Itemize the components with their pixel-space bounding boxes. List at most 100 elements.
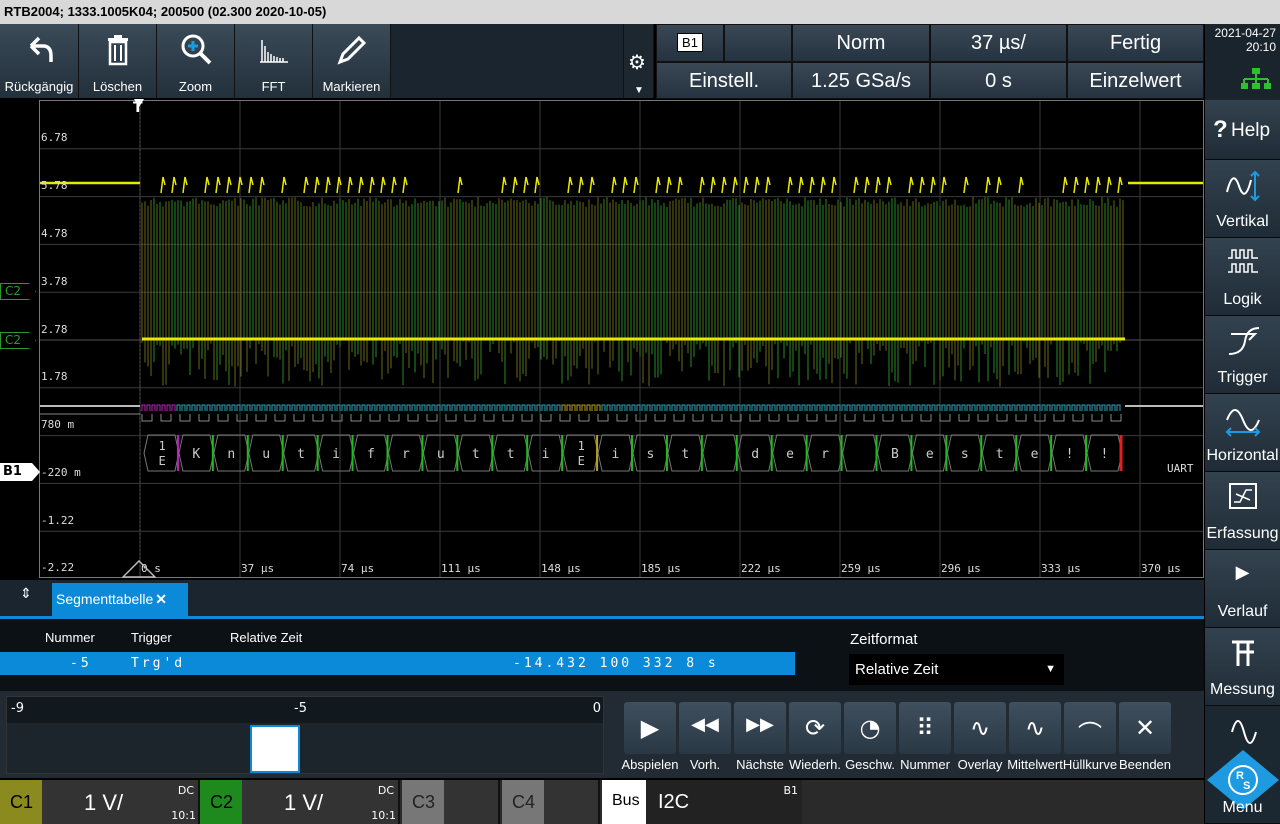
next-button[interactable]: ▶▶ xyxy=(734,702,786,754)
channel-c2[interactable]: C2 1 V/DC 10:1 xyxy=(200,780,400,824)
undo-button[interactable]: Rückgängig xyxy=(0,24,79,98)
b1-marker[interactable]: B1 xyxy=(0,463,40,481)
uart-char: n xyxy=(227,447,235,462)
zeitformat-select[interactable]: Relative Zeit ▼ xyxy=(849,654,1064,685)
envelope-button[interactable]: ⌒ xyxy=(1064,702,1116,754)
uart-char: f xyxy=(367,447,375,462)
bus-bit xyxy=(536,404,541,411)
channel-c1[interactable]: C1 1 V/DC 10:1 xyxy=(0,780,200,824)
gear-icon: ⚙ xyxy=(628,52,646,74)
slider-track[interactable] xyxy=(7,723,603,773)
bus-bit xyxy=(826,404,831,411)
bus-bit xyxy=(1021,404,1026,411)
horizontal-button[interactable]: Horizontal xyxy=(1205,394,1280,472)
timebase[interactable]: 37 µs/ xyxy=(930,24,1067,62)
bus-clock xyxy=(1110,414,1122,422)
x-tick-label: 185 µs xyxy=(641,562,681,575)
bus-bit xyxy=(931,404,936,411)
play-button[interactable]: ▶ xyxy=(624,702,676,754)
bus-bit xyxy=(561,404,566,411)
exit-button[interactable]: ✕ xyxy=(1119,702,1171,754)
control-label: Abspielen xyxy=(621,757,679,772)
bus-panel[interactable]: Bus I2C B1 xyxy=(602,780,802,824)
bus-clock xyxy=(464,414,476,422)
bus-bit xyxy=(951,404,956,411)
speed-button[interactable]: ◔ xyxy=(844,702,896,754)
bus-bit xyxy=(286,404,291,411)
bus-bit xyxy=(466,404,471,411)
measure-button[interactable]: Messung xyxy=(1205,628,1280,706)
bus-bit xyxy=(596,404,601,411)
c1-pulse xyxy=(281,176,287,194)
mark-button[interactable]: Markieren xyxy=(313,24,391,98)
bus-bit xyxy=(1101,404,1106,411)
channel-coupling: DC xyxy=(377,784,394,797)
trigger-mode[interactable]: Norm xyxy=(792,24,930,62)
trigger-button[interactable]: Trigger xyxy=(1205,316,1280,394)
c2-level-marker[interactable]: C2 xyxy=(0,332,36,349)
bus-bit xyxy=(681,404,686,411)
table-row[interactable]: -5 Trg'd -14.432 100 332 8 s xyxy=(0,652,795,675)
svg-text:S: S xyxy=(1243,780,1250,792)
delete-button[interactable]: Löschen xyxy=(79,24,157,98)
logic-button[interactable]: Logik xyxy=(1205,238,1280,316)
bus-bit xyxy=(526,404,531,411)
source-cell[interactable]: B1 xyxy=(656,24,724,62)
setup-button[interactable]: Einstell. xyxy=(656,62,792,99)
c1-pulse xyxy=(325,176,331,194)
history-button[interactable]: ▶ Verlauf xyxy=(1205,550,1280,628)
vertical-button[interactable]: Vertikal xyxy=(1205,160,1280,238)
slider-handle[interactable] xyxy=(249,725,300,773)
zoom-button[interactable]: Zoom xyxy=(157,24,235,98)
bus-bit xyxy=(801,404,806,411)
sample-rate[interactable]: 1.25 GSa/s xyxy=(792,62,930,99)
c1-pulse xyxy=(314,176,320,194)
bus-bit xyxy=(366,404,371,411)
bus-bit xyxy=(921,404,926,411)
bus-bit xyxy=(196,404,201,411)
average-button[interactable]: ∿ xyxy=(1009,702,1061,754)
segment-slider[interactable]: -9 -5 0 xyxy=(6,696,604,774)
settings-button[interactable]: ⚙ ▼ xyxy=(624,24,654,98)
bus-bit xyxy=(571,404,576,411)
number-button[interactable]: ⠿ xyxy=(899,702,951,754)
bus-bit xyxy=(861,404,866,411)
acquisition-button[interactable]: Erfassung xyxy=(1205,472,1280,550)
bus-bit xyxy=(816,404,821,411)
bus-bit xyxy=(626,404,631,411)
bus-bit xyxy=(266,404,271,411)
menu-button[interactable]: RS Menu xyxy=(1205,706,1280,824)
bus-bit xyxy=(646,404,651,411)
expand-icon[interactable]: ⇕ xyxy=(8,586,44,614)
bus-bit xyxy=(766,404,771,411)
fft-icon xyxy=(259,40,288,63)
fft-button[interactable]: FFT xyxy=(235,24,313,98)
channel-c3[interactable]: C3 xyxy=(402,780,500,824)
bus-clock xyxy=(521,414,533,422)
horizontal-offset[interactable]: 0 s xyxy=(930,62,1067,99)
tab-segment-table[interactable]: Segmenttabelle ✕ xyxy=(52,583,188,616)
c2-offset-marker[interactable]: C2 xyxy=(0,283,36,300)
acq-state[interactable]: Fertig xyxy=(1067,24,1204,62)
bus-clock xyxy=(160,414,172,422)
help-button[interactable]: ? Help xyxy=(1205,100,1280,160)
overlay-button[interactable]: ∿ xyxy=(954,702,1006,754)
close-icon[interactable]: ✕ xyxy=(155,591,167,607)
c1-pulses xyxy=(160,176,1123,194)
uart-char: i xyxy=(332,447,340,462)
bus-bit xyxy=(556,404,561,411)
waveform-display[interactable]: 1 E Kn u t i f r u t t i 1 Ei s t d e r Be s t e!! xyxy=(39,100,1204,578)
uart-frame xyxy=(702,434,739,472)
bus-bit xyxy=(901,404,906,411)
acq-mode[interactable]: Einzelwert xyxy=(1067,62,1204,99)
uart-label: UART xyxy=(1167,462,1194,475)
repeat-button[interactable]: ⟳ xyxy=(789,702,841,754)
bus-clock xyxy=(578,414,590,422)
bus-bit xyxy=(981,404,986,411)
bus-bit xyxy=(226,404,231,411)
bus-bit xyxy=(796,404,801,411)
channel-c4[interactable]: C4 xyxy=(502,780,600,824)
prev-button[interactable]: ◀◀ xyxy=(679,702,731,754)
bus-clock xyxy=(749,414,761,422)
bus-bit xyxy=(1036,404,1041,411)
